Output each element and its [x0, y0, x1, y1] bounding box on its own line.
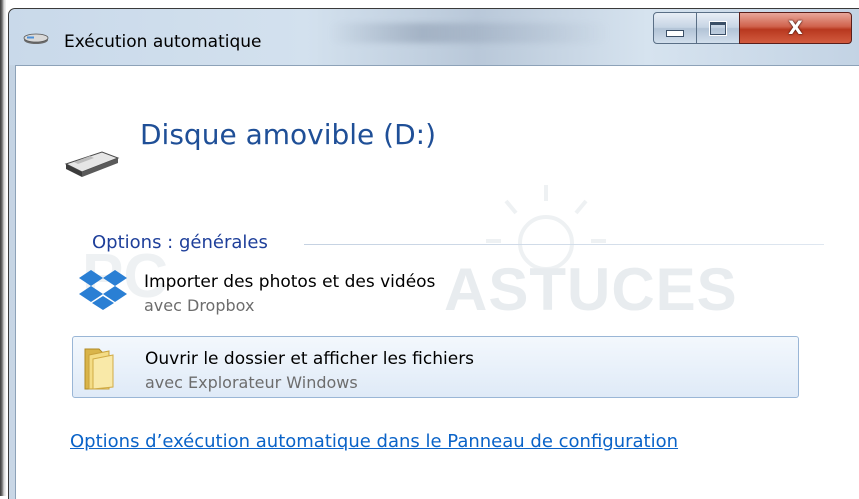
dropbox-icon [79, 270, 127, 310]
section-divider [304, 244, 824, 245]
option-open-folder[interactable]: Ouvrir le dossier et afficher les fichie… [72, 336, 799, 398]
maximize-icon [709, 20, 727, 36]
option-subtitle: avec Dropbox [144, 296, 255, 315]
section-heading: Options : générales [92, 232, 268, 253]
minimize-icon [666, 29, 684, 37]
window-title: Exécution automatique [64, 32, 262, 52]
background-window-edge [0, 0, 6, 496]
close-icon: X [788, 17, 803, 39]
removable-drive-icon [64, 151, 120, 177]
dialog-content: PC ASTUCES Disque amovible (D:) Options … [15, 65, 859, 499]
maximize-button[interactable] [696, 12, 740, 44]
title-bar[interactable]: Exécution automatique X [9, 9, 859, 65]
close-button[interactable]: X [739, 12, 852, 44]
autoplay-window: Exécution automatique X PC ASTUCES Disqu… [8, 8, 859, 499]
option-title: Ouvrir le dossier et afficher les fichie… [145, 349, 475, 369]
autoplay-drive-icon [23, 33, 49, 44]
minimize-button[interactable] [653, 12, 697, 44]
folder-icon [84, 348, 114, 390]
control-panel-autoplay-link[interactable]: Options d’exécution automatique dans le … [70, 431, 678, 452]
option-subtitle: avec Explorateur Windows [145, 373, 358, 392]
blurred-title-region [329, 23, 609, 43]
option-import-dropbox[interactable]: Importer des photos et des vidéos avec D… [72, 260, 799, 322]
option-title: Importer des photos et des vidéos [144, 272, 436, 292]
device-title: Disque amovible (D:) [140, 118, 437, 151]
screenshot-frame: Exécution automatique X PC ASTUCES Disqu… [0, 0, 859, 499]
